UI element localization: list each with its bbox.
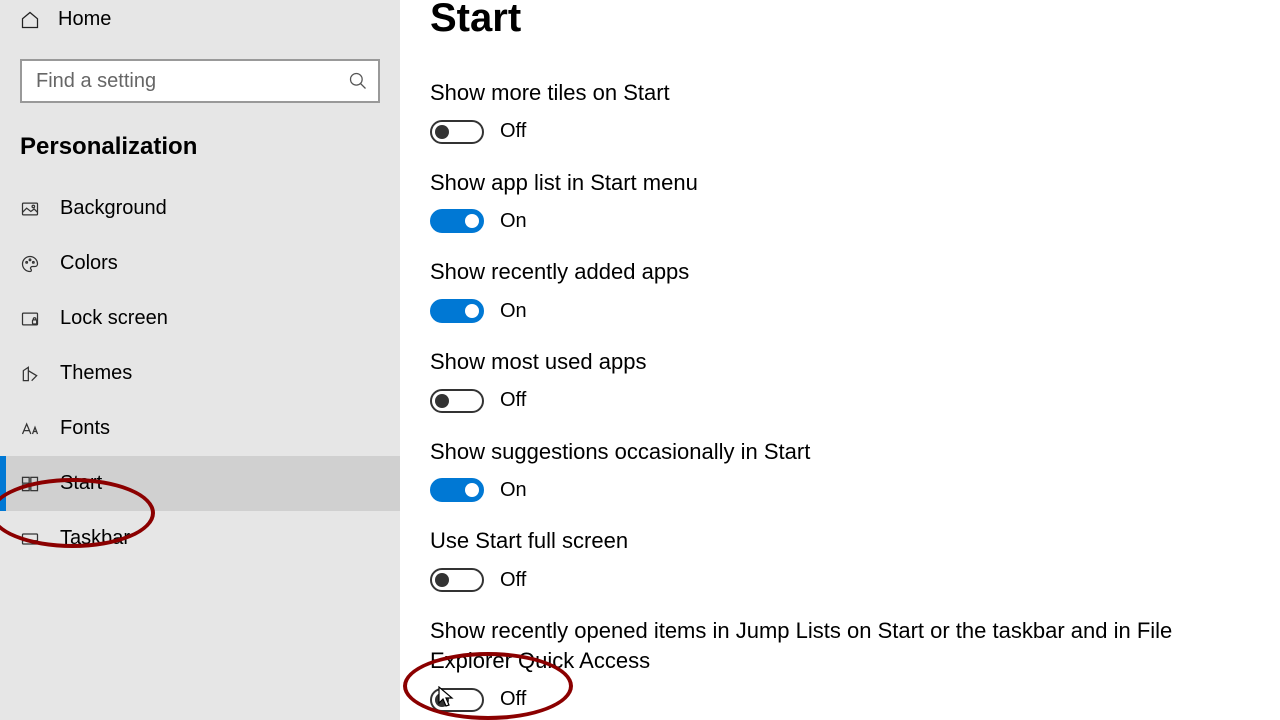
setting-recent-apps: Show recently added apps On: [430, 257, 1280, 323]
setting-most-used: Show most used apps Off: [430, 347, 1280, 413]
palette-icon: [20, 254, 40, 274]
content-panel: Start Show more tiles on Start Off Show …: [400, 0, 1280, 720]
toggle-state: Off: [500, 120, 526, 143]
nav-item-themes[interactable]: Themes: [0, 346, 400, 401]
setting-fullscreen: Use Start full screen Off: [430, 526, 1280, 592]
nav-item-start[interactable]: Start: [0, 456, 400, 511]
nav-label: Background: [60, 197, 167, 220]
nav-label: Themes: [60, 362, 132, 385]
toggle-app-list[interactable]: [430, 209, 484, 233]
home-nav-item[interactable]: Home: [0, 0, 400, 39]
setting-more-tiles: Show more tiles on Start Off: [430, 78, 1280, 144]
nav-label: Fonts: [60, 417, 110, 440]
search-icon: [348, 71, 368, 91]
toggle-state: Off: [500, 688, 526, 711]
picture-icon: [20, 199, 40, 219]
nav-list: Background Colors Lock screen Themes Fon…: [0, 181, 400, 566]
nav-item-fonts[interactable]: Fonts: [0, 401, 400, 456]
setting-suggestions: Show suggestions occasionally in Start O…: [430, 437, 1280, 503]
setting-app-list: Show app list in Start menu On: [430, 168, 1280, 234]
sidebar: Home Personalization Background Colors: [0, 0, 400, 720]
taskbar-icon: [20, 529, 40, 549]
home-icon: [20, 10, 40, 30]
setting-label: Show recently opened items in Jump Lists…: [430, 616, 1230, 675]
toggle-state: On: [500, 210, 527, 233]
toggle-state: On: [500, 300, 527, 323]
toggle-fullscreen[interactable]: [430, 568, 484, 592]
toggle-most-used[interactable]: [430, 389, 484, 413]
nav-label: Start: [60, 472, 102, 495]
nav-item-lockscreen[interactable]: Lock screen: [0, 291, 400, 346]
setting-jumplists: Show recently opened items in Jump Lists…: [430, 616, 1280, 711]
search-box[interactable]: [20, 59, 380, 103]
nav-label: Taskbar: [60, 527, 130, 550]
home-label: Home: [58, 8, 111, 31]
nav-item-background[interactable]: Background: [0, 181, 400, 236]
nav-label: Colors: [60, 252, 118, 275]
section-title: Personalization: [0, 123, 400, 181]
toggle-state: Off: [500, 389, 526, 412]
setting-label: Show most used apps: [430, 347, 1230, 377]
nav-item-taskbar[interactable]: Taskbar: [0, 511, 400, 566]
nav-label: Lock screen: [60, 307, 168, 330]
setting-label: Show app list in Start menu: [430, 168, 1230, 198]
toggle-more-tiles[interactable]: [430, 120, 484, 144]
start-icon: [20, 474, 40, 494]
nav-item-colors[interactable]: Colors: [0, 236, 400, 291]
fonts-icon: [20, 419, 40, 439]
search-input[interactable]: [36, 70, 348, 93]
search-container: [0, 39, 400, 123]
toggle-state: Off: [500, 569, 526, 592]
setting-label: Show suggestions occasionally in Start: [430, 437, 1230, 467]
setting-label: Show recently added apps: [430, 257, 1230, 287]
setting-label: Show more tiles on Start: [430, 78, 1230, 108]
toggle-state: On: [500, 479, 527, 502]
themes-icon: [20, 364, 40, 384]
toggle-recent-apps[interactable]: [430, 299, 484, 323]
toggle-jumplists[interactable]: [430, 688, 484, 712]
toggle-suggestions[interactable]: [430, 478, 484, 502]
lockscreen-icon: [20, 309, 40, 329]
setting-label: Use Start full screen: [430, 526, 1230, 556]
page-title: Start: [430, 0, 1280, 38]
